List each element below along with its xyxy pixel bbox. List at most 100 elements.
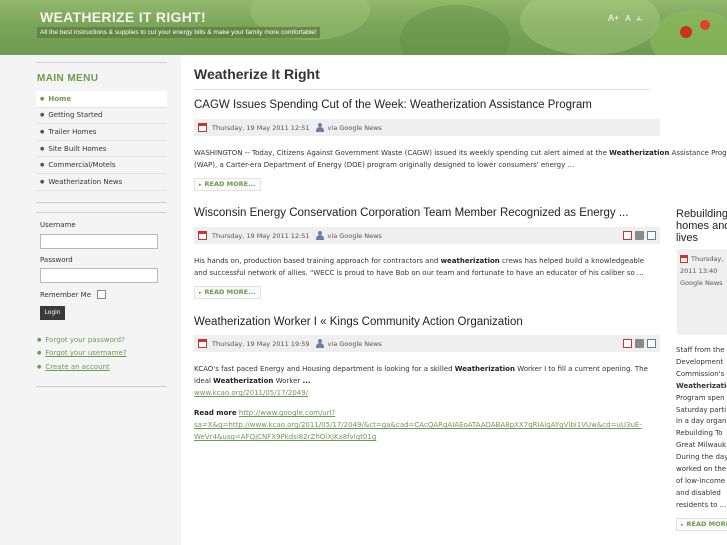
read-more-url[interactable]: WeVr4&usg=AFQjCNFX9Pkdsi82rZhOiXjKx8fvlg… <box>194 433 376 441</box>
frog-eye-icon <box>680 26 692 38</box>
article-date: Thursday, 19 May 2011 12:51 <box>212 123 310 132</box>
bullet-icon: ● <box>40 162 45 169</box>
article-title[interactable]: CAGW Issues Spending Cut of the Week: We… <box>194 99 592 111</box>
sidebar: MAIN MENU ● Home ● Getting Started ● Traile… <box>0 55 181 545</box>
bullet-icon: ● <box>40 178 45 185</box>
article-text-line: ideal Weatherization Worker ... <box>194 377 311 385</box>
right-article-title[interactable]: Rebuilding homes and lives <box>676 208 727 244</box>
username-input[interactable] <box>40 234 158 249</box>
article-source: via Google News <box>327 231 382 240</box>
pdf-icon[interactable] <box>623 231 632 240</box>
article-title[interactable]: Weatherization Worker I « Kings Communit… <box>194 316 523 328</box>
article-meta: Thursday, 19 May 2011 19:59 via Google N… <box>194 335 660 352</box>
article-body: His hands on, production based training … <box>194 255 660 279</box>
main-menu: ● Home ● Getting Started ● Trailer Homes ● S… <box>36 91 167 191</box>
pdf-icon[interactable] <box>623 339 632 348</box>
article-source: via Google News <box>327 123 382 132</box>
arrow-right-icon: ▸ <box>199 290 202 296</box>
sidebar-item-commercial-motels[interactable]: ● Commercial/Motels <box>36 157 167 174</box>
article-source: via Google News <box>327 339 382 348</box>
article-body: WASHINGTON -- Today, Citizens Against Go… <box>194 147 727 171</box>
article-text-line: (WAP), a Carter-era Department of Energy… <box>194 161 575 169</box>
article-meta: Thursday, 19 May 2011 12:51 via Google N… <box>194 119 660 136</box>
font-decrease-button[interactable]: A- <box>637 17 643 23</box>
remember-me-checkbox[interactable] <box>97 290 106 299</box>
article-text-line: WASHINGTON -- Today, Citizens Against Go… <box>194 149 727 157</box>
divider <box>36 62 167 63</box>
bullet-icon: ● <box>40 128 45 135</box>
sidebar-item-label: Trailer Homes <box>48 127 97 136</box>
article-actions <box>623 231 656 240</box>
article-text-line: His hands on, production based training … <box>194 257 645 265</box>
article-text-line: and successful network of allies. "WECC … <box>194 269 644 277</box>
right-article-meta: Thursday, 2011 13:40 Google News <box>677 249 727 335</box>
read-more-url[interactable]: sa=X&q=http://www.kcao.org/2011/05/17/20… <box>194 421 642 429</box>
create-account-link[interactable]: ● Create an account <box>37 360 127 374</box>
decorative-leaf <box>520 0 660 55</box>
login-button[interactable]: Login <box>40 306 65 320</box>
read-more-label: Read more <box>194 409 237 417</box>
email-icon[interactable] <box>647 231 656 240</box>
article-date: Thursday, 19 May 2011 12:51 <box>212 231 310 240</box>
remember-me-label: Remember Me <box>40 291 91 299</box>
sidebar-item-label: Weatherization News <box>48 177 123 186</box>
sidebar-item-label: Getting Started <box>48 111 103 120</box>
font-size-controls: A+ A A- <box>608 13 643 23</box>
sidebar-item-home[interactable]: ● Home <box>36 91 167 108</box>
sidebar-item-getting-started[interactable]: ● Getting Started <box>36 108 167 125</box>
calendar-icon <box>680 255 688 263</box>
bullet-icon: ● <box>40 95 45 102</box>
article-meta: Thursday, 19 May 2011 12:51 via Google N… <box>194 227 660 244</box>
print-icon[interactable] <box>635 339 644 348</box>
password-label: Password <box>40 256 73 264</box>
divider <box>36 212 167 213</box>
sidebar-item-site-built-homes[interactable]: ● Site Built Homes <box>36 141 167 158</box>
article-actions <box>623 339 656 348</box>
site-tagline: All the best instructions & supplies to … <box>37 27 320 38</box>
user-icon <box>315 231 324 240</box>
font-reset-button[interactable]: A <box>625 14 630 23</box>
arrow-right-icon: ▸ <box>199 182 202 188</box>
bullet-icon: ● <box>40 145 45 152</box>
forgot-password-link[interactable]: ● Forgot your password? <box>37 333 127 347</box>
font-increase-button[interactable]: A+ <box>608 13 619 23</box>
password-input[interactable] <box>40 268 158 283</box>
calendar-icon <box>198 339 207 348</box>
decorative-leaf <box>400 5 510 55</box>
email-icon[interactable] <box>647 339 656 348</box>
article-body: KCAO's fast paced Energy and Housing dep… <box>194 363 660 443</box>
right-article-body: Staff from the Development Commission's … <box>676 346 727 509</box>
login-links: ● Forgot your password? ● Forgot your user… <box>37 333 127 374</box>
user-icon <box>315 339 324 348</box>
site-header: WEATHERIZE IT RIGHT! All the best instru… <box>0 0 727 55</box>
sidebar-item-label: Site Built Homes <box>48 144 107 153</box>
bullet-icon: ● <box>37 336 42 343</box>
article-title[interactable]: Wisconsin Energy Conservation Corporatio… <box>194 207 628 219</box>
read-more-url[interactable]: http://www.google.com/url? <box>239 409 335 417</box>
read-more-button[interactable]: ▸READ MORE... <box>194 286 261 299</box>
calendar-icon <box>198 231 207 240</box>
main-menu-title: MAIN MENU <box>37 73 99 84</box>
read-more-button[interactable]: ▸READ MORE... <box>194 178 261 191</box>
divider <box>194 89 649 90</box>
sidebar-item-label: Commercial/Motels <box>48 161 116 170</box>
page-title: Weatherize It Right <box>194 66 320 82</box>
sidebar-item-trailer-homes[interactable]: ● Trailer Homes <box>36 124 167 141</box>
sidebar-item-weatherization-news[interactable]: ● Weatherization News <box>36 174 167 191</box>
forgot-username-link[interactable]: ● Forgot your username? <box>37 347 127 361</box>
divider <box>36 386 167 387</box>
site-title[interactable]: WEATHERIZE IT RIGHT! <box>40 9 206 25</box>
divider <box>36 202 167 203</box>
sidebar-item-label: Home <box>48 94 72 103</box>
frog-eye-icon <box>700 20 710 30</box>
read-more-button[interactable]: ▸READ MORE... <box>676 518 727 531</box>
print-icon[interactable] <box>635 231 644 240</box>
bullet-icon: ● <box>37 363 42 370</box>
article-date: Thursday, 19 May 2011 19:59 <box>212 339 310 348</box>
user-icon <box>315 123 324 132</box>
article-text-line: KCAO's fast paced Energy and Housing dep… <box>194 365 648 373</box>
bullet-icon: ● <box>37 350 42 357</box>
article-source-link[interactable]: www.kcao.org/2011/05/17/2049/ <box>194 389 308 397</box>
calendar-icon <box>198 123 207 132</box>
username-label: Username <box>40 221 76 229</box>
